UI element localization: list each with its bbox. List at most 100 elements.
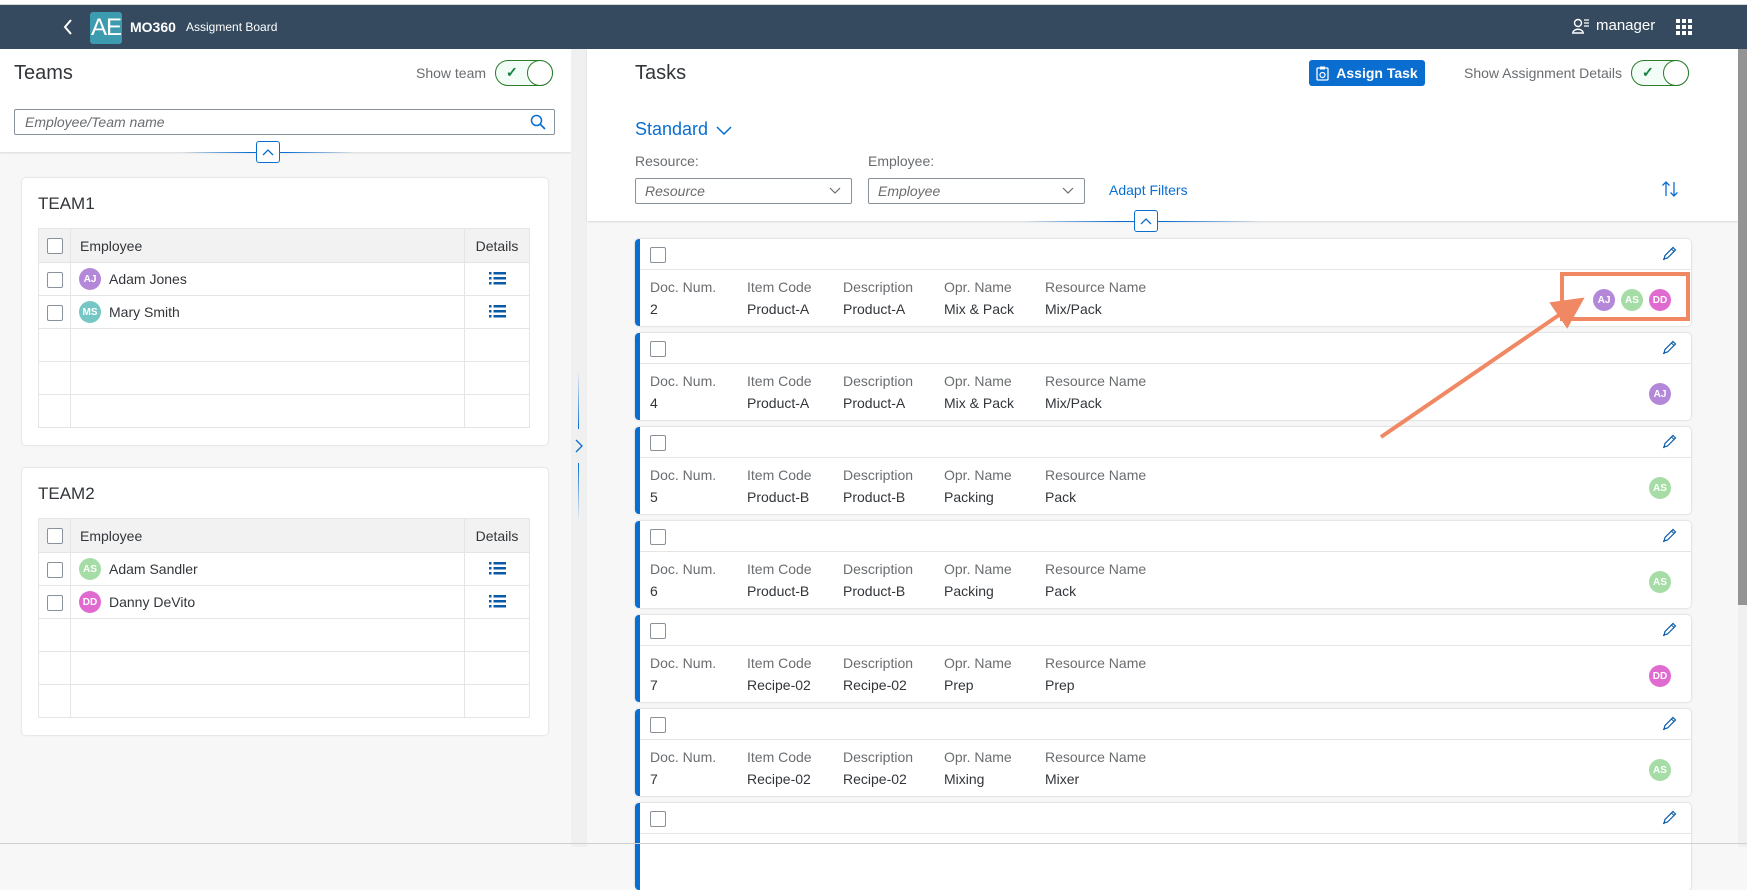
field-label: Opr. Name xyxy=(944,561,1012,577)
row-checkbox[interactable] xyxy=(46,594,63,611)
tasks-header: Tasks Assign Task Show Assignment Detail… xyxy=(587,49,1738,221)
resource-filter-select[interactable]: Resource xyxy=(635,178,852,204)
variant-selector[interactable]: Standard xyxy=(635,119,732,140)
table-row[interactable]: DD Danny DeVito xyxy=(38,585,530,619)
user-menu[interactable]: manager xyxy=(1572,17,1655,34)
field-label: Description xyxy=(843,279,914,295)
task-checkbox[interactable] xyxy=(650,811,666,827)
table-row[interactable]: AS Adam Sandler xyxy=(38,552,530,586)
task-card[interactable]: Doc. Num. 7 Item Code Recipe-02 Description R… xyxy=(635,709,1691,796)
task-checkbox[interactable] xyxy=(650,435,666,451)
show-assignment-details-switch[interactable]: ✓ xyxy=(1631,60,1689,86)
check-icon: ✓ xyxy=(506,64,518,80)
sort-button[interactable] xyxy=(1661,180,1679,203)
task-card[interactable]: Doc. Num. 7 Item Code Recipe-02 Description R… xyxy=(635,615,1691,702)
back-button[interactable] xyxy=(56,15,80,39)
apps-grid-button[interactable] xyxy=(1674,17,1694,37)
grid-icon-cell xyxy=(1676,25,1680,29)
column-details: Details xyxy=(464,228,530,263)
edit-button[interactable] xyxy=(1662,246,1677,266)
task-checkbox[interactable] xyxy=(650,247,666,263)
assignee-avatar[interactable]: AS xyxy=(1649,571,1671,593)
search-input[interactable] xyxy=(15,110,515,134)
row-checkbox[interactable] xyxy=(46,561,63,578)
team-card: TEAM1 Employee Details AJ Adam Jones MS Mar… xyxy=(22,178,548,445)
edit-button[interactable] xyxy=(1662,716,1677,736)
field-value: Recipe-02 xyxy=(747,771,811,787)
grid-icon xyxy=(1676,19,1680,23)
details-list-icon[interactable] xyxy=(488,561,506,578)
employee-name: Danny DeVito xyxy=(109,594,196,610)
search-icon[interactable] xyxy=(530,114,546,130)
task-field-resource-name: Resource Name Mix/Pack xyxy=(1045,373,1165,411)
adapt-filters-link[interactable]: Adapt Filters xyxy=(1109,182,1188,198)
edit-button[interactable] xyxy=(1662,810,1677,830)
employee-filter-label: Employee: xyxy=(868,153,935,169)
task-checkbox[interactable] xyxy=(650,717,666,733)
employee-team-search[interactable] xyxy=(14,109,555,135)
resource-filter-label: Resource: xyxy=(635,153,699,169)
show-assignment-details-label: Show Assignment Details xyxy=(1464,65,1622,81)
select-all-checkbox[interactable] xyxy=(46,528,63,545)
task-checkbox[interactable] xyxy=(650,341,666,357)
assignee-avatars: AJ xyxy=(1649,383,1671,405)
field-value: 2 xyxy=(650,301,658,317)
assignee-avatar[interactable]: AS xyxy=(1649,759,1671,781)
task-field-opr-name: Opr. Name Mix & Pack xyxy=(944,373,1045,411)
field-value: 7 xyxy=(650,677,658,693)
row-checkbox[interactable] xyxy=(46,271,63,288)
task-card[interactable]: Doc. Num. 2 Item Code Product-A Description P… xyxy=(635,239,1691,326)
details-list-icon[interactable] xyxy=(488,304,506,321)
avatar: MS xyxy=(79,301,101,323)
field-label: Resource Name xyxy=(1045,749,1147,765)
collapse-header-button[interactable] xyxy=(256,141,280,163)
avatar: AJ xyxy=(79,268,101,290)
collapse-header-button[interactable] xyxy=(1134,210,1158,232)
field-label: Item Code xyxy=(747,467,812,483)
field-value: Product-A xyxy=(747,301,810,317)
grid-icon-cell xyxy=(1682,31,1686,35)
field-label: Resource Name xyxy=(1045,561,1147,577)
scrollbar-thumb[interactable] xyxy=(1738,49,1747,605)
empty-table-row xyxy=(38,651,530,685)
assignee-avatar[interactable]: AJ xyxy=(1649,383,1671,405)
task-card[interactable]: Doc. Num. 5 Item Code Product-B Description P… xyxy=(635,427,1691,514)
team-members-table: Employee Details AS Adam Sandler DD Danny D… xyxy=(38,518,530,718)
switch-knob xyxy=(527,60,553,86)
expand-panel-button[interactable] xyxy=(574,439,584,458)
edit-button[interactable] xyxy=(1662,622,1677,642)
team-card: TEAM2 Employee Details AS Adam Sandler DD D… xyxy=(22,468,548,735)
task-field-description: Description Product-B xyxy=(843,561,944,599)
task-card-header xyxy=(640,615,1691,646)
panel-splitter[interactable] xyxy=(571,49,587,847)
assign-task-button[interactable]: Assign Task xyxy=(1309,60,1425,86)
task-card-header xyxy=(640,803,1691,834)
switch-knob xyxy=(1663,60,1689,86)
task-checkbox[interactable] xyxy=(650,623,666,639)
table-row[interactable]: MS Mary Smith xyxy=(38,295,530,329)
task-card[interactable]: Doc. Num. 6 Item Code Product-B Description P… xyxy=(635,521,1691,608)
task-checkbox[interactable] xyxy=(650,529,666,545)
employee-name: Mary Smith xyxy=(109,304,180,320)
details-list-icon[interactable] xyxy=(488,271,506,288)
field-value: Product-A xyxy=(843,395,906,411)
assignee-avatar[interactable]: DD xyxy=(1649,665,1671,687)
details-list-icon[interactable] xyxy=(488,594,506,611)
row-checkbox[interactable] xyxy=(46,304,63,321)
field-label: Opr. Name xyxy=(944,467,1012,483)
assignee-avatar[interactable]: AS xyxy=(1649,477,1671,499)
task-field-resource-name: Resource Name Mix/Pack xyxy=(1045,279,1165,317)
page-scrollbar[interactable] xyxy=(1738,49,1747,847)
field-label: Resource Name xyxy=(1045,373,1147,389)
select-all-checkbox[interactable] xyxy=(46,238,63,255)
show-team-switch[interactable]: ✓ xyxy=(495,60,553,86)
employee-filter-select[interactable]: Employee xyxy=(868,178,1085,204)
table-row[interactable]: AJ Adam Jones xyxy=(38,262,530,296)
task-card-header xyxy=(640,427,1691,458)
field-label: Doc. Num. xyxy=(650,749,717,765)
edit-button[interactable] xyxy=(1662,340,1677,360)
pencil-icon xyxy=(1662,622,1677,637)
task-card[interactable]: Doc. Num. 4 Item Code Product-A Description P… xyxy=(635,333,1691,420)
edit-button[interactable] xyxy=(1662,434,1677,454)
edit-button[interactable] xyxy=(1662,528,1677,548)
